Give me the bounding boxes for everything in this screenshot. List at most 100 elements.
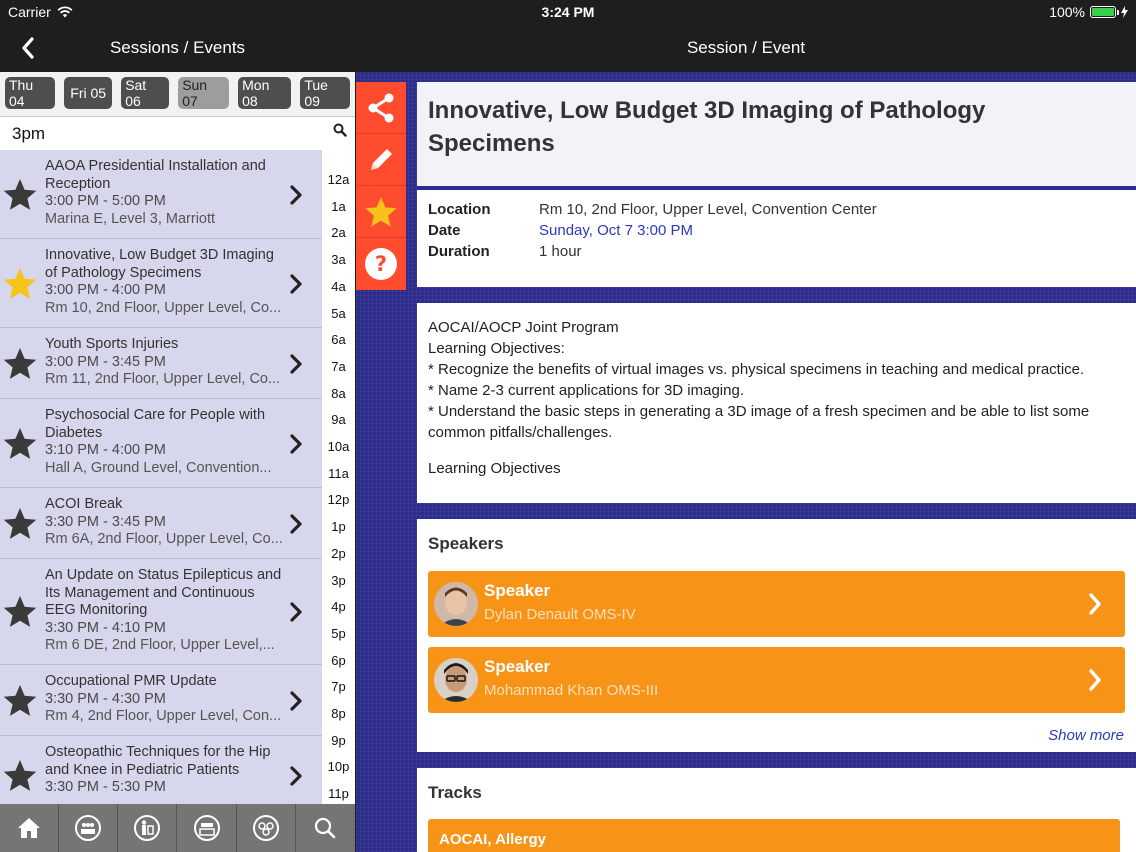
tab-search[interactable] <box>296 804 355 852</box>
session-text: Occupational PMR Update 3:30 PM - 4:30 PM… <box>45 673 285 726</box>
session-text: AAOA Presidential Installation and Recep… <box>45 158 285 228</box>
session-list-item[interactable]: Innovative, Low Budget 3D Imaging of Pat… <box>0 239 322 328</box>
hour-index-item[interactable]: 3a <box>322 252 355 267</box>
hour-index-item[interactable]: 4p <box>322 599 355 614</box>
session-list-item[interactable]: AAOA Presidential Installation and Recep… <box>0 150 322 239</box>
session-text: Psychosocial Care for People with Diabet… <box>45 407 285 477</box>
day-tab[interactable]: Tue 09 <box>300 77 350 109</box>
speaker-role: Speaker <box>484 657 551 676</box>
show-more-link[interactable]: Show more <box>1048 727 1124 744</box>
session-time: 3:30 PM - 4:10 PM <box>45 619 166 636</box>
day-tab[interactable]: Mon 08 <box>238 77 292 109</box>
search-icon <box>315 817 336 839</box>
session-location: Hall A, Ground Level, Convention... <box>45 459 272 476</box>
chevron-right-icon <box>1089 669 1101 691</box>
battery-icon <box>1090 6 1119 18</box>
star-icon[interactable] <box>2 346 38 382</box>
right-nav-bar: Session / Event <box>356 24 1136 72</box>
pencil-icon <box>371 148 392 170</box>
session-time: 3:00 PM - 3:45 PM <box>45 353 166 370</box>
speaker-row[interactable]: Speaker Mohammad Khan OMS-III <box>428 647 1125 713</box>
hour-index-item[interactable]: 2p <box>322 546 355 561</box>
session-time: 3:00 PM - 5:00 PM <box>45 193 166 209</box>
session-time: 3:00 PM - 4:00 PM <box>45 282 166 298</box>
description-line <box>428 443 1128 458</box>
tab-exhibitors[interactable] <box>177 804 237 852</box>
hour-search-row[interactable]: 3pm <box>0 116 355 150</box>
hour-index-item[interactable]: 11p <box>322 786 355 801</box>
favorite-button[interactable] <box>356 186 406 238</box>
hour-index-item[interactable]: 10p <box>322 759 355 774</box>
description-line: * Name 2-3 current applications for 3D i… <box>428 382 744 399</box>
session-list-item[interactable]: An Update on Status Epilepticus and Its … <box>0 559 322 665</box>
track-label: AOCAI, Allergy <box>439 831 546 848</box>
star-icon[interactable] <box>2 594 38 630</box>
session-list-item[interactable]: Psychosocial Care for People with Diabet… <box>0 399 322 488</box>
hour-index-item[interactable]: 6a <box>322 332 355 347</box>
star-icon[interactable] <box>2 266 38 302</box>
hour-index-item[interactable]: 5p <box>322 626 355 641</box>
hour-index-item[interactable]: 12p <box>322 492 355 507</box>
chevron-right-icon <box>290 602 302 622</box>
share-button[interactable] <box>356 82 406 134</box>
hour-index-item[interactable]: 1p <box>322 519 355 534</box>
info-card: Location Rm 10, 2nd Floor, Upper Level, … <box>417 186 1136 287</box>
tab-attendees[interactable] <box>237 804 296 852</box>
note-button[interactable] <box>356 134 406 186</box>
hour-index-item[interactable]: 8p <box>322 706 355 721</box>
description-line: * Recognize the benefits of virtual imag… <box>428 361 1085 378</box>
hour-index-item[interactable]: 7p <box>322 679 355 694</box>
tab-home[interactable] <box>0 804 60 852</box>
exhibitors-icon <box>193 815 220 841</box>
tab-speakers[interactable] <box>118 804 178 852</box>
hour-index-item[interactable]: 3p <box>322 573 355 588</box>
day-tab[interactable]: Sun 07 <box>178 77 230 109</box>
session-location: Rm 4, 2nd Floor, Upper Level, Con... <box>45 708 282 724</box>
star-icon[interactable] <box>2 758 38 794</box>
session-title: Osteopathic Techniques for the Hip and K… <box>45 744 271 778</box>
hour-index-item[interactable]: 7a <box>322 359 355 374</box>
hour-index-item[interactable]: 11a <box>322 466 355 481</box>
star-icon[interactable] <box>2 506 38 542</box>
session-list-item[interactable]: Occupational PMR Update 3:30 PM - 4:30 PM… <box>0 665 322 736</box>
help-button[interactable]: ? <box>356 238 406 290</box>
session-title: Occupational PMR Update <box>45 673 217 689</box>
attendees-icon <box>252 815 279 841</box>
day-tab[interactable]: Sat 06 <box>121 77 170 109</box>
title-card: Innovative, Low Budget 3D Imaging of Pat… <box>417 82 1136 186</box>
hour-index-item[interactable]: 9a <box>322 412 355 427</box>
star-icon[interactable] <box>2 177 38 213</box>
day-tab[interactable]: Fri 05 <box>64 77 113 109</box>
hour-index-item[interactable]: 2a <box>322 225 355 240</box>
session-title: Innovative, Low Budget 3D Imaging of Pat… <box>45 247 274 281</box>
hour-index-item[interactable]: 4a <box>322 279 355 294</box>
session-list[interactable]: AAOA Presidential Installation and Recep… <box>0 150 322 804</box>
day-tab[interactable]: Thu 04 <box>5 77 56 109</box>
hour-index-item[interactable]: 5a <box>322 306 355 321</box>
session-time: 3:10 PM - 4:00 PM <box>45 442 166 458</box>
session-location: Rm 10, 2nd Floor, Upper Level, Co... <box>45 299 282 316</box>
session-list-item[interactable]: Osteopathic Techniques for the Hip and K… <box>0 736 322 804</box>
track-item[interactable]: AOCAI, Allergy <box>428 819 1120 852</box>
tab-sessions[interactable] <box>59 804 119 852</box>
date-link[interactable]: Sunday, Oct 7 3:00 PM <box>539 222 1039 239</box>
hour-index-item[interactable]: 12a <box>322 172 355 187</box>
description-line: Learning Objectives: <box>428 340 565 357</box>
session-list-item[interactable]: ACOI Break 3:30 PM - 3:45 PM Rm 6A, 2nd Fl… <box>0 488 322 559</box>
hour-index-item[interactable]: 1a <box>322 199 355 214</box>
star-icon[interactable] <box>2 683 38 719</box>
search-icon[interactable] <box>333 123 347 137</box>
day-selector: Thu 04 Fri 05 Sat 06 Sun 07 Mon 08 Tue 09 <box>0 72 355 116</box>
session-detail[interactable]: ? Innovative, Low Budget 3D Imaging of P… <box>356 72 1136 852</box>
hour-index-item[interactable]: 6p <box>322 653 355 668</box>
left-nav-bar: Sessions / Events <box>0 24 355 72</box>
hour-index[interactable]: 12a 1a 2a 3a 4a 5a 6a 7a 8a 9a 10a 11a 12p 1p 2p 3p 4p 5p… <box>322 150 355 804</box>
hour-index-item[interactable]: 9p <box>322 733 355 748</box>
hour-index-item[interactable]: 10a <box>322 439 355 454</box>
hour-index-item[interactable]: 8a <box>322 386 355 401</box>
speaker-row[interactable]: Speaker Dylan Denault OMS-IV <box>428 571 1125 637</box>
clock: 3:24 PM <box>541 4 595 20</box>
chevron-right-icon <box>290 184 302 205</box>
star-icon[interactable] <box>2 426 38 462</box>
session-list-item[interactable]: Youth Sports Injuries 3:00 PM - 3:45 PM Rm… <box>0 328 322 399</box>
